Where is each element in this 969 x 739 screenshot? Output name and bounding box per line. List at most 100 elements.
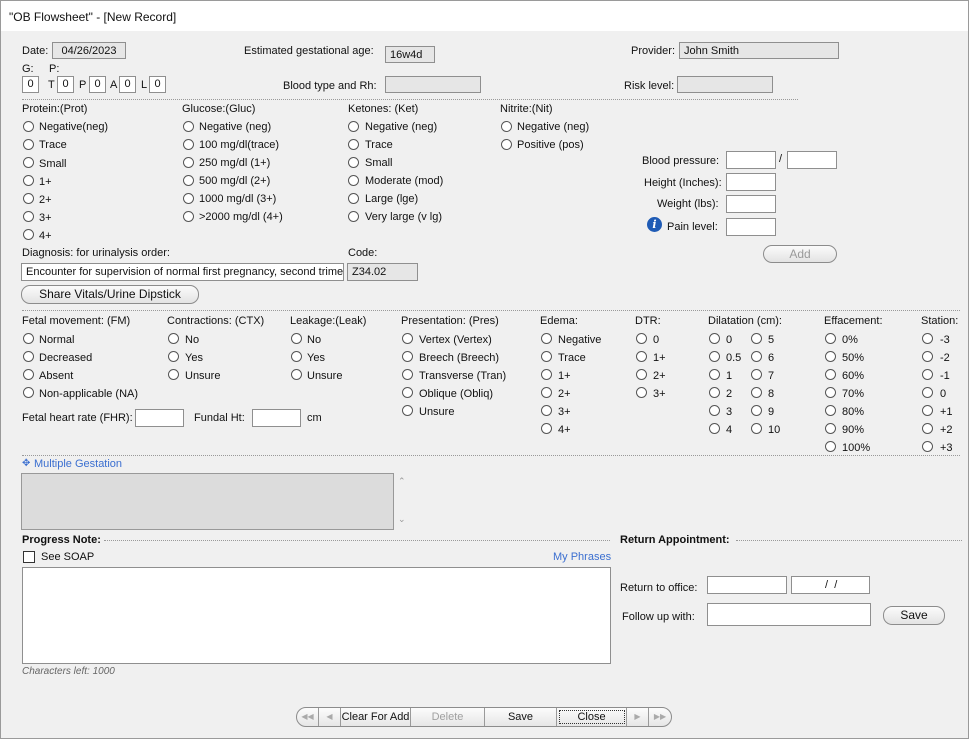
provider-field[interactable]: John Smith xyxy=(679,42,839,59)
protein-radio-negative[interactable] xyxy=(23,121,34,132)
eff-radio[interactable] xyxy=(825,351,836,362)
ketones-radio[interactable] xyxy=(348,139,359,150)
protein-radio-small[interactable] xyxy=(23,157,34,168)
t-field[interactable]: 0 xyxy=(57,76,74,93)
return-date-input[interactable]: / / xyxy=(791,576,870,594)
dtr-radio[interactable] xyxy=(636,351,647,362)
scroll-down-icon[interactable]: ⌄ xyxy=(398,514,406,525)
eff-radio[interactable] xyxy=(825,423,836,434)
follow-up-input[interactable] xyxy=(707,603,871,626)
glucose-radio[interactable] xyxy=(183,211,194,222)
edema-radio[interactable] xyxy=(541,423,552,434)
eff-radio[interactable] xyxy=(825,369,836,380)
fundal-input[interactable] xyxy=(252,409,301,427)
blood-type-field[interactable] xyxy=(385,76,481,93)
fhr-input[interactable] xyxy=(135,409,184,427)
diagnosis-input[interactable]: Encounter for supervision of normal firs… xyxy=(21,263,344,281)
see-soap-checkbox[interactable] xyxy=(23,551,35,563)
ketones-radio[interactable] xyxy=(348,175,359,186)
station-radio[interactable] xyxy=(922,405,933,416)
nitrite-radio[interactable] xyxy=(501,139,512,150)
dtr-radio[interactable] xyxy=(636,369,647,380)
dil-radio[interactable] xyxy=(751,333,762,344)
leak-radio[interactable] xyxy=(291,351,302,362)
return-save-button[interactable]: Save xyxy=(883,606,945,625)
dil-radio[interactable] xyxy=(709,423,720,434)
nav-save-button[interactable]: Save xyxy=(485,708,557,726)
glucose-radio[interactable] xyxy=(183,139,194,150)
multiple-gestation-link[interactable]: Multiple Gestation xyxy=(34,458,122,470)
pres-radio[interactable] xyxy=(402,351,413,362)
ketones-radio[interactable] xyxy=(348,193,359,204)
clear-for-add-button[interactable]: Clear For Add xyxy=(341,708,411,726)
protein-radio-trace[interactable] xyxy=(23,139,34,150)
dil-radio[interactable] xyxy=(751,405,762,416)
station-radio[interactable] xyxy=(922,333,933,344)
ketones-radio[interactable] xyxy=(348,121,359,132)
leak-radio[interactable] xyxy=(291,333,302,344)
expand-icon[interactable]: ✥ xyxy=(22,458,30,469)
height-input[interactable] xyxy=(726,173,776,191)
protein-radio-1plus[interactable] xyxy=(23,175,34,186)
station-radio[interactable] xyxy=(922,351,933,362)
ctx-radio[interactable] xyxy=(168,333,179,344)
dil-radio[interactable] xyxy=(751,387,762,398)
edema-radio[interactable] xyxy=(541,405,552,416)
prev-record-icon[interactable]: ◀ xyxy=(319,708,341,726)
delete-button[interactable]: Delete xyxy=(411,708,485,726)
leak-radio[interactable] xyxy=(291,369,302,380)
my-phrases-link[interactable]: My Phrases xyxy=(553,551,611,563)
edema-radio[interactable] xyxy=(541,387,552,398)
dil-radio[interactable] xyxy=(751,423,762,434)
ketones-radio[interactable] xyxy=(348,211,359,222)
dil-radio[interactable] xyxy=(709,351,720,362)
dil-radio[interactable] xyxy=(751,351,762,362)
fm-radio[interactable] xyxy=(23,351,34,362)
a-field[interactable]: 0 xyxy=(119,76,136,93)
bp-diastolic-input[interactable] xyxy=(787,151,837,169)
last-record-icon[interactable]: ▶▶ xyxy=(649,708,671,726)
pres-radio[interactable] xyxy=(402,387,413,398)
fm-radio[interactable] xyxy=(23,333,34,344)
dtr-radio[interactable] xyxy=(636,387,647,398)
progress-note-textarea[interactable] xyxy=(22,567,611,664)
dtr-radio[interactable] xyxy=(636,333,647,344)
eff-radio[interactable] xyxy=(825,387,836,398)
dil-radio[interactable] xyxy=(709,387,720,398)
dil-radio[interactable] xyxy=(709,405,720,416)
ctx-radio[interactable] xyxy=(168,369,179,380)
g-field[interactable]: 0 xyxy=(22,76,39,93)
ketones-radio[interactable] xyxy=(348,157,359,168)
station-radio[interactable] xyxy=(922,387,933,398)
risk-level-field[interactable] xyxy=(677,76,773,93)
glucose-radio[interactable] xyxy=(183,157,194,168)
nitrite-radio[interactable] xyxy=(501,121,512,132)
fm-radio[interactable] xyxy=(23,369,34,380)
edema-radio[interactable] xyxy=(541,333,552,344)
glucose-radio[interactable] xyxy=(183,193,194,204)
add-button[interactable]: Add xyxy=(763,245,837,263)
glucose-radio[interactable] xyxy=(183,175,194,186)
p2-field[interactable]: 0 xyxy=(89,76,106,93)
pres-radio[interactable] xyxy=(402,369,413,380)
first-record-icon[interactable]: ◀◀ xyxy=(297,708,319,726)
glucose-radio[interactable] xyxy=(183,121,194,132)
edema-radio[interactable] xyxy=(541,351,552,362)
eff-radio[interactable] xyxy=(825,333,836,344)
protein-radio-2plus[interactable] xyxy=(23,193,34,204)
eff-radio[interactable] xyxy=(825,405,836,416)
dil-radio[interactable] xyxy=(709,333,720,344)
close-button[interactable]: Close xyxy=(557,708,627,726)
station-radio[interactable] xyxy=(922,369,933,380)
weight-input[interactable] xyxy=(726,195,776,213)
multiple-gestation-box[interactable] xyxy=(21,473,394,530)
l-field[interactable]: 0 xyxy=(149,76,166,93)
return-to-office-input[interactable] xyxy=(707,576,787,594)
ctx-radio[interactable] xyxy=(168,351,179,362)
share-vitals-button[interactable]: Share Vitals/Urine Dipstick xyxy=(21,285,199,304)
dil-radio[interactable] xyxy=(709,369,720,380)
info-icon[interactable]: i xyxy=(647,217,662,232)
dil-radio[interactable] xyxy=(751,369,762,380)
scroll-up-icon[interactable]: ⌃ xyxy=(398,476,406,487)
fm-radio[interactable] xyxy=(23,387,34,398)
